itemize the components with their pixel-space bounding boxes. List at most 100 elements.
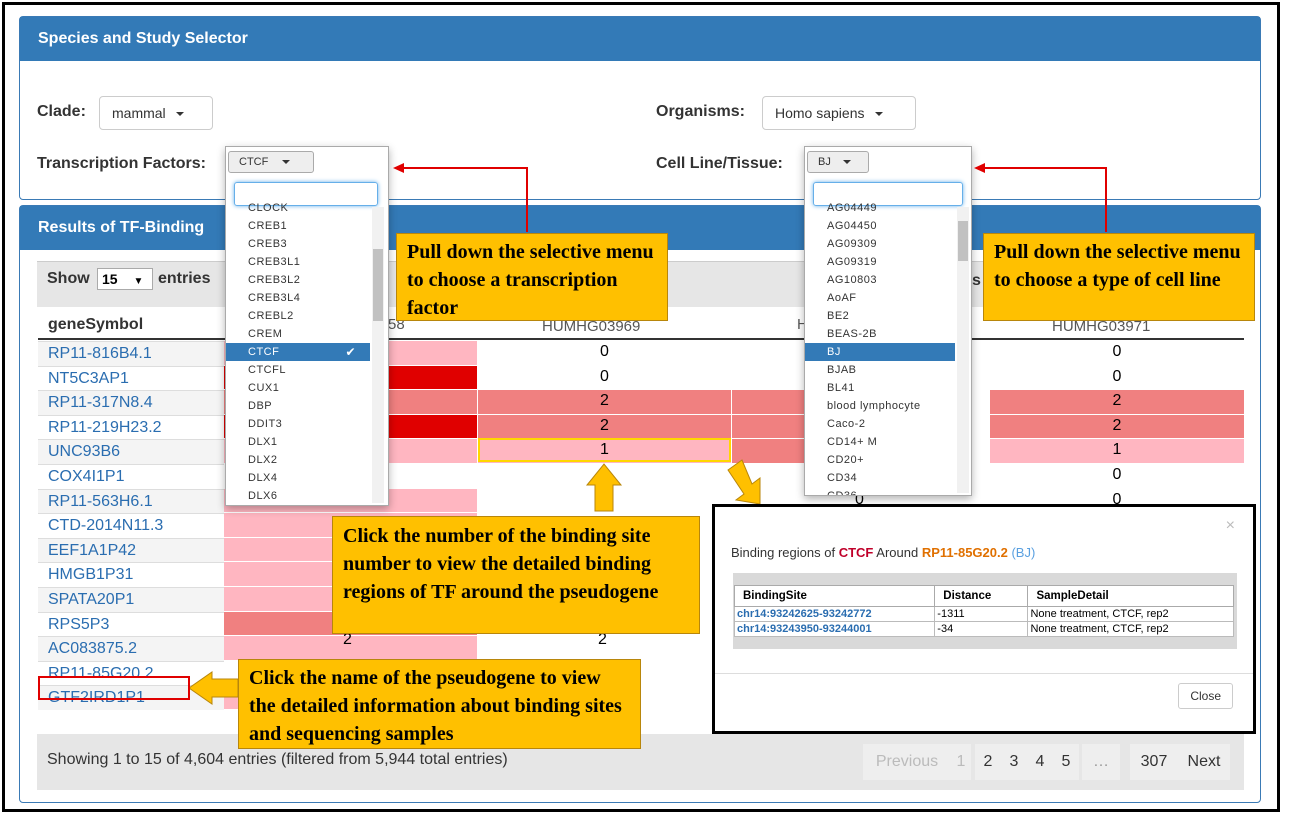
tf-select[interactable]: CTCF	[228, 151, 314, 173]
gene-link[interactable]: COX4I1P1	[38, 463, 224, 489]
binding-count-cell[interactable]: 0	[478, 368, 731, 386]
gene-link[interactable]: UNC93B6	[38, 439, 224, 464]
page-button[interactable]: 1	[951, 744, 971, 780]
scroll-thumb[interactable]	[373, 249, 383, 321]
dropdown-option[interactable]: CUX1	[226, 379, 370, 397]
binding-site-link[interactable]: chr14:93242625-93242772	[733, 606, 936, 622]
dropdown-option[interactable]: CREB3	[226, 235, 370, 253]
binding-count-cell[interactable]: 0	[990, 343, 1244, 361]
page-button[interactable]: 4	[1027, 744, 1053, 780]
dropdown-option[interactable]: CTCFL	[226, 361, 370, 379]
dropdown-option[interactable]: CLOCK	[226, 199, 370, 217]
callout-name: Click the name of the pseudogene to view…	[238, 659, 641, 749]
dropdown-option[interactable]: DDIT3	[226, 415, 370, 433]
dropdown-option[interactable]: CD20+	[805, 451, 955, 469]
option-label: CREB3	[248, 238, 288, 250]
col-header[interactable]: BindingSite	[733, 585, 936, 607]
dropdown-option[interactable]: AoAF	[805, 289, 955, 307]
gene-link[interactable]: RP11-816B4.1	[38, 341, 224, 366]
dropdown-option[interactable]: CD14+ M	[805, 433, 955, 451]
gene-link[interactable]: NT5C3AP1	[38, 365, 224, 391]
dropdown-option[interactable]: BJAB	[805, 361, 955, 379]
gene-link[interactable]: RP11-317N8.4	[38, 390, 224, 415]
dropdown-option[interactable]: DLX4	[226, 469, 370, 487]
binding-count-cell[interactable]: 2	[478, 417, 731, 435]
cell-select[interactable]: BJ	[807, 151, 869, 173]
dropdown-option[interactable]: CD36	[805, 487, 955, 495]
binding-count-cell[interactable]: 0	[990, 368, 1244, 386]
selector-panel-title: Species and Study Selector	[20, 17, 1260, 61]
gene-link[interactable]: EEF1A1P42	[38, 537, 224, 563]
binding-count-cell[interactable]: 0	[990, 466, 1244, 484]
page-button[interactable]: …	[1082, 744, 1120, 780]
option-label: CREB3L2	[248, 274, 301, 286]
page-button[interactable]: Previous	[863, 744, 951, 780]
organism-value: Homo sapiens	[775, 105, 865, 121]
option-label: BEAS-2B	[827, 328, 877, 340]
chevron-down-icon	[282, 160, 291, 165]
dropdown-option[interactable]: DLX6	[226, 487, 370, 505]
highlight-gene-name	[38, 676, 190, 700]
option-label: BJ	[827, 346, 841, 358]
binding-table: BindingSite Distance SampleDetail chr14:93…	[733, 585, 1234, 637]
tf-scrollbar[interactable]	[372, 207, 384, 503]
dropdown-option[interactable]: CTCF ✔	[226, 343, 370, 361]
dropdown-option[interactable]: BE2	[805, 307, 955, 325]
clade-select[interactable]: mammal	[99, 96, 213, 130]
binding-count-cell[interactable]: 2	[478, 392, 731, 410]
gene-link[interactable]: AC083875.2	[38, 636, 224, 661]
dropdown-option[interactable]: CREBL2	[226, 307, 370, 325]
dropdown-option[interactable]: CD34	[805, 469, 955, 487]
dropdown-option[interactable]: CREM	[226, 325, 370, 343]
dropdown-option[interactable]: CREB3L1	[226, 253, 370, 271]
gene-link[interactable]: SPATA20P1	[38, 586, 224, 612]
binding-count-cell[interactable]: 0	[478, 343, 731, 361]
dropdown-option[interactable]: AG10803	[805, 271, 955, 289]
dropdown-option[interactable]: BJ	[805, 343, 955, 361]
page-button[interactable]: 5	[1053, 744, 1079, 780]
page-length-select[interactable]: 15 ▼	[97, 268, 153, 290]
col-header-genesymbol[interactable]: geneSymbol	[48, 316, 143, 334]
page-button[interactable]: 307	[1130, 744, 1178, 780]
dropdown-option[interactable]: CREB1	[226, 217, 370, 235]
dropdown-option[interactable]: AG09319	[805, 253, 955, 271]
dropdown-option[interactable]: Caco-2	[805, 415, 955, 433]
dropdown-option[interactable]: DLX2	[226, 451, 370, 469]
dropdown-option[interactable]: BL41	[805, 379, 955, 397]
option-label: BE2	[827, 310, 850, 322]
scroll-thumb[interactable]	[958, 221, 968, 261]
close-x-icon[interactable]: ×	[1226, 517, 1235, 535]
page-button[interactable]: Next	[1178, 744, 1230, 780]
dropdown-option[interactable]: BEAS-2B	[805, 325, 955, 343]
dropdown-option[interactable]: blood lymphocyte	[805, 397, 955, 415]
page-button[interactable]: 2	[975, 744, 1001, 780]
option-label: CREB3L1	[248, 256, 301, 268]
dropdown-option[interactable]: AG09309	[805, 235, 955, 253]
dropdown-option[interactable]: CREB3L4	[226, 289, 370, 307]
organism-select[interactable]: Homo sapiens	[762, 96, 916, 130]
binding-count-cell[interactable]: 2	[990, 417, 1244, 435]
heading-prefix: Binding regions of	[731, 545, 836, 560]
dropdown-option[interactable]: CREB3L2	[226, 271, 370, 289]
binding-count-cell[interactable]: 2	[990, 392, 1244, 410]
dropdown-option[interactable]: AG04449	[805, 199, 955, 217]
heat-cell	[732, 390, 804, 414]
binding-count-cell[interactable]: 1	[990, 441, 1244, 459]
binding-site-link[interactable]: chr14:93243950-93244001	[733, 621, 936, 637]
gene-link[interactable]: RP11-563H6.1	[38, 488, 224, 514]
gene-link[interactable]: HMGB1P31	[38, 562, 224, 587]
heat-cell	[732, 414, 804, 439]
col-header[interactable]: SampleDetail	[1027, 585, 1234, 607]
cell-scrollbar[interactable]	[957, 207, 969, 493]
dropdown-option[interactable]: DBP	[226, 397, 370, 415]
option-label: DLX1	[248, 436, 278, 448]
heading-tf: CTCF	[838, 545, 874, 560]
dropdown-option[interactable]: DLX1	[226, 433, 370, 451]
close-button[interactable]: Close	[1178, 683, 1233, 709]
page-button[interactable]: 3	[1001, 744, 1027, 780]
gene-link[interactable]: RP11-219H23.2	[38, 414, 224, 440]
dropdown-option[interactable]: AG04450	[805, 217, 955, 235]
col-header[interactable]: Distance	[934, 585, 1029, 607]
gene-link[interactable]: CTD-2014N11.3	[38, 513, 224, 538]
gene-link[interactable]: RPS5P3	[38, 611, 224, 637]
